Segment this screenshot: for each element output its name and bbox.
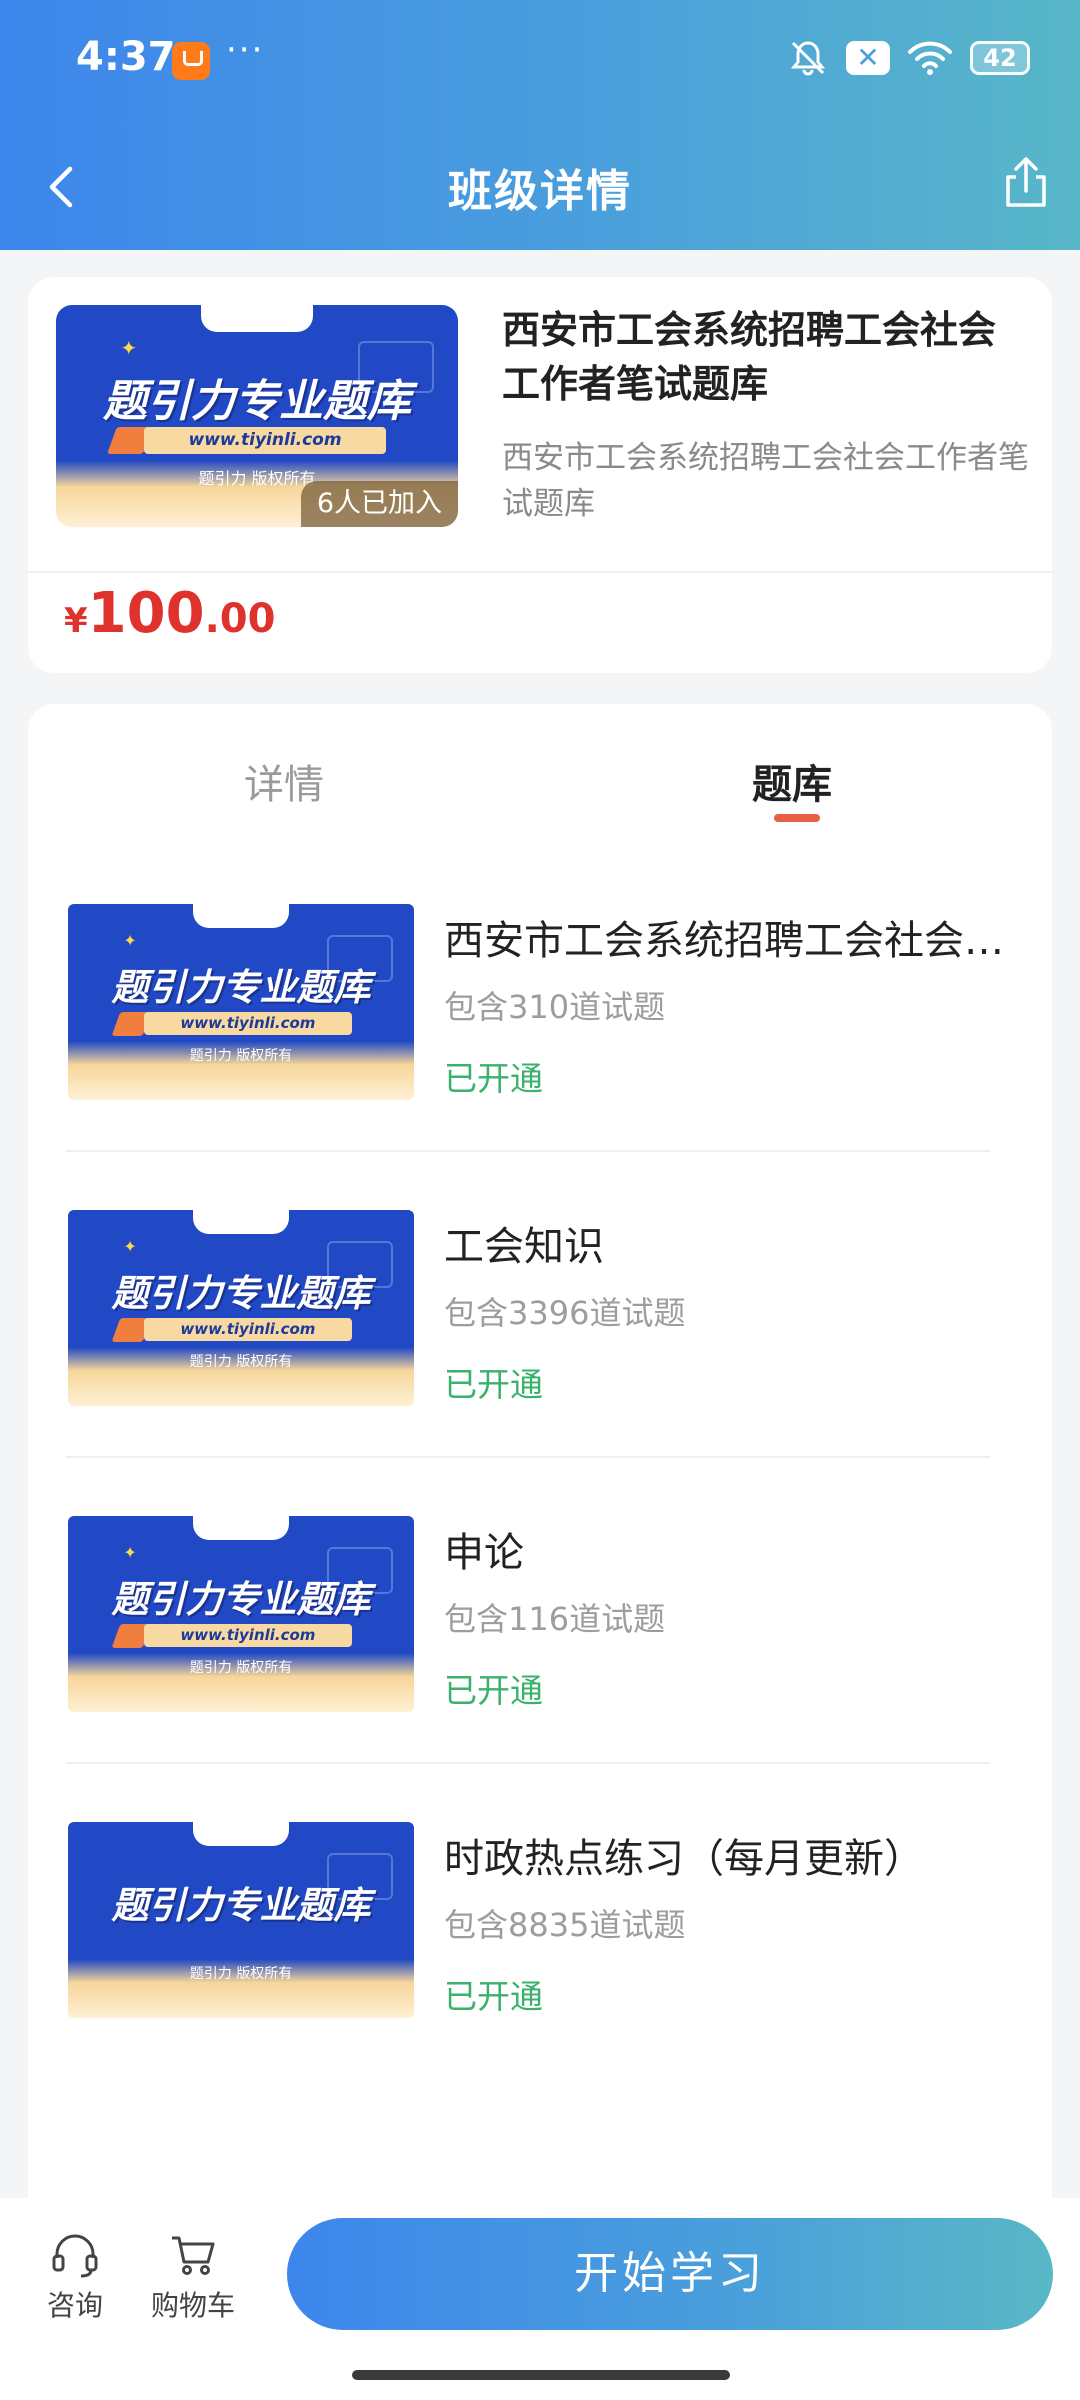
bank-question-count: 包含8835道试题	[444, 1906, 686, 1944]
question-bank-item[interactable]: ✦ 题引力专业题库 www.tiyinli.com 题引力 版权所有 工会知识 …	[68, 1210, 1038, 1510]
course-subtitle: 西安市工会系统招聘工会社会工作者笔试题库	[502, 440, 1029, 522]
question-bank-item[interactable]: 题引力专业题库 题引力 版权所有 时政热点练习（每月更新） 包含8835道试题 …	[68, 1822, 1038, 2122]
cover-url: www.tiyinli.com	[144, 1011, 352, 1036]
bank-title: 工会知识	[444, 1224, 604, 1270]
bank-title: 时政热点练习（每月更新）	[444, 1836, 924, 1882]
status-bar: 4:37 ··· ✕ 42	[0, 0, 1080, 125]
bank-question-count: 包含3396道试题	[444, 1294, 686, 1332]
bottom-action-bar: 咨询 购物车 开始学习	[0, 2198, 1080, 2400]
bank-question-count: 包含116道试题	[444, 1600, 666, 1638]
item-divider	[66, 1762, 990, 1764]
cover-footer: 题引力 版权所有	[189, 1660, 293, 1677]
more-notifications-icon: ···	[226, 30, 265, 70]
cover-url: www.tiyinli.com	[144, 1317, 352, 1342]
joined-count-badge: 6人已加入	[300, 481, 458, 527]
cover-footer: 题引力 版权所有	[189, 1354, 293, 1371]
bank-cover-image: ✦ 题引力专业题库 www.tiyinli.com 题引力 版权所有	[68, 1210, 414, 1406]
active-tab-indicator	[774, 814, 820, 822]
cart-label: 购物车	[150, 2289, 235, 2322]
title-bar: 班级详情	[0, 125, 1080, 250]
home-indicator[interactable]	[352, 2370, 730, 2380]
headset-icon	[52, 2234, 98, 2278]
cover-headline: 题引力专业题库	[111, 1271, 371, 1315]
cart-button[interactable]: 购物车	[138, 2232, 248, 2324]
cover-brand-tab	[192, 904, 290, 928]
course-title: 西安市工会系统招聘工会社会工作者笔试题库	[502, 308, 997, 406]
divider	[28, 571, 1052, 573]
tab-detail[interactable]: 详情	[244, 752, 324, 810]
bank-cover-image: ✦ 题引力专业题库 www.tiyinli.com 题引力 版权所有	[68, 904, 414, 1100]
cover-headline: 题引力专业题库	[111, 1883, 371, 1927]
cover-footer: 题引力 版权所有	[189, 1966, 293, 1983]
currency-symbol: ¥	[64, 601, 88, 641]
app-header: 4:37 ··· ✕ 42 班级详情	[0, 0, 1080, 250]
cover-headline: 题引力专业题库	[103, 375, 411, 427]
question-bank-item[interactable]: ✦ 题引力专业题库 www.tiyinli.com 题引力 版权所有 西安市工会…	[68, 904, 1038, 1204]
bank-title: 西安市工会系统招聘工会社会工作者笔试题库	[444, 918, 1004, 964]
bank-status: 已开通	[444, 1059, 543, 1098]
cover-brand-tab	[192, 1822, 290, 1846]
shopping-app-icon	[172, 42, 210, 80]
price-integer: 100	[87, 581, 205, 646]
bank-status: 已开通	[444, 1977, 543, 2016]
star-icon: ✦	[123, 1543, 137, 1563]
cover-brand-tab	[192, 1516, 290, 1540]
question-bank-item[interactable]: ✦ 题引力专业题库 www.tiyinli.com 题引力 版权所有 申论 包含…	[68, 1516, 1038, 1816]
cover-url: www.tiyinli.com	[144, 1623, 352, 1648]
tab-question-bank[interactable]: 题库	[752, 752, 832, 810]
bank-question-count: 包含310道试题	[444, 988, 666, 1026]
price-decimal: .00	[204, 596, 276, 642]
status-icons: ✕ 42	[788, 38, 1030, 78]
share-icon[interactable]	[994, 151, 1058, 215]
cover-url: www.tiyinli.com	[144, 427, 386, 454]
bank-cover-image: 题引力专业题库 题引力 版权所有	[68, 1822, 414, 2018]
consult-label: 咨询	[46, 2289, 103, 2322]
star-icon: ✦	[123, 1237, 137, 1257]
cart-icon	[172, 2236, 215, 2275]
course-summary-card: ✦ 题引力专业题库 www.tiyinli.com 题引力 版权所有 6人已加入…	[28, 277, 1052, 673]
bank-title: 申论	[444, 1530, 524, 1576]
star-icon: ✦	[123, 931, 137, 951]
item-divider	[66, 1456, 990, 1458]
cover-brand-tab	[192, 1210, 290, 1234]
cover-footer: 题引力 版权所有	[189, 1048, 293, 1065]
start-learning-button[interactable]: 开始学习	[287, 2218, 1053, 2330]
item-divider	[66, 1150, 990, 1152]
cover-headline: 题引力专业题库	[111, 1577, 371, 1621]
bank-status: 已开通	[444, 1671, 543, 1710]
cover-brand-tab	[200, 305, 314, 332]
blocked-icon: ✕	[846, 41, 890, 75]
bank-status: 已开通	[444, 1365, 543, 1404]
status-time: 4:37	[76, 34, 176, 80]
page-title: 班级详情	[448, 166, 632, 217]
cover-headline: 题引力专业题库	[111, 965, 371, 1009]
question-bank-card: 详情 题库 ✦ 题引力专业题库 www.tiyinli.com 题引力 版权所有…	[28, 704, 1052, 2204]
battery-icon: 42	[970, 41, 1030, 75]
star-icon: ✦	[120, 336, 138, 361]
wifi-icon	[908, 41, 952, 75]
bank-cover-image: ✦ 题引力专业题库 www.tiyinli.com 题引力 版权所有	[68, 1516, 414, 1712]
course-price: ¥100.00	[64, 581, 275, 646]
course-cover-image: ✦ 题引力专业题库 www.tiyinli.com 题引力 版权所有 6人已加入	[56, 305, 458, 527]
consult-button[interactable]: 咨询	[20, 2232, 130, 2324]
mute-bell-icon	[790, 41, 826, 76]
